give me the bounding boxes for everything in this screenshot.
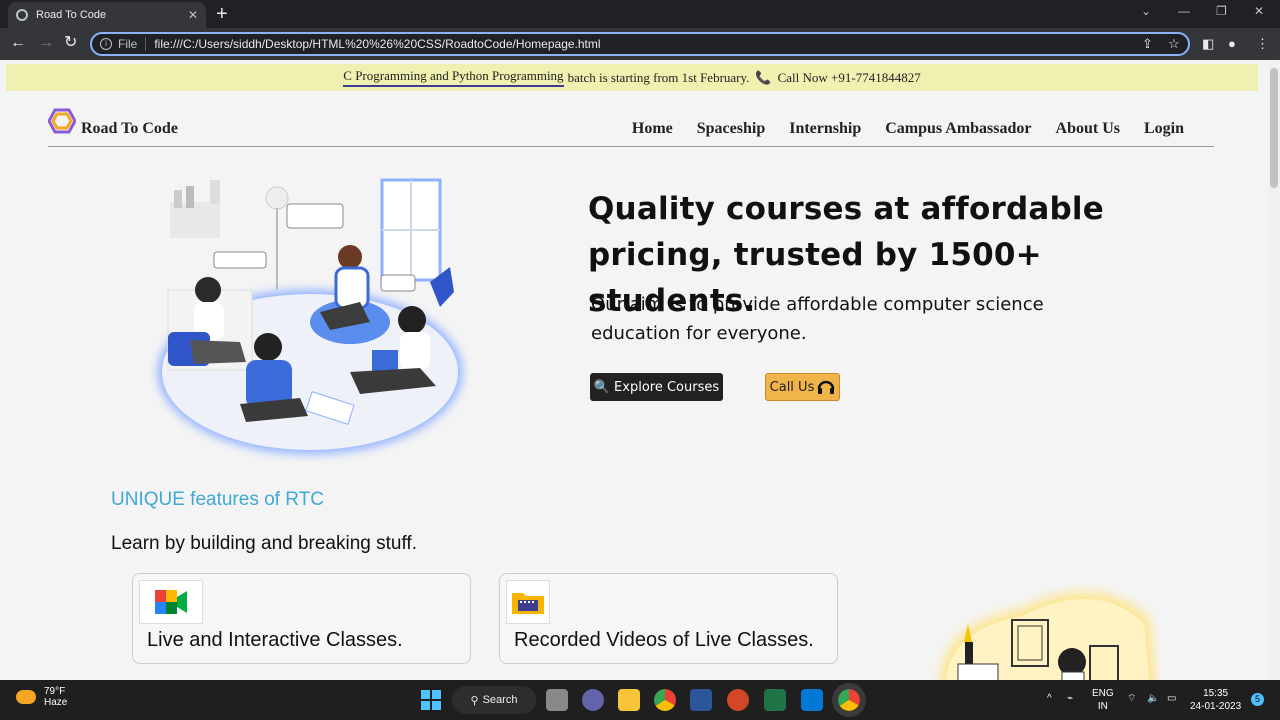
brand-name[interactable]: Road To Code [81,120,178,138]
close-window-icon[interactable]: ✕ [1254,4,1264,18]
powerpoint-icon[interactable] [727,689,749,711]
search-icon: ⚲ [470,694,479,707]
chrome-icon[interactable] [654,689,676,711]
taskbar-search[interactable]: ⚲ Search [452,686,536,714]
call-us-label: Call Us [769,379,815,395]
feature-card-label: Recorded Videos of Live Classes. [514,629,814,651]
temperature: 79°F [44,686,66,697]
nav-login[interactable]: Login [1144,120,1184,138]
logo-icon[interactable] [48,108,76,134]
forward-icon[interactable]: → [38,34,54,52]
headset-icon [818,380,835,394]
browser-tab[interactable]: Road To Code ✕ [8,2,206,28]
excel-icon[interactable] [764,689,786,711]
globe-icon [16,9,28,21]
weather-widget[interactable]: 79°F Haze [16,686,67,708]
web-page: C Programming and Python Programming bat… [0,60,1268,680]
feature-card-recorded-videos[interactable]: Recorded Videos of Live Classes. [499,573,838,664]
task-view-icon[interactable] [546,689,568,711]
features-subheading: Learn by building and breaking stuff. [111,533,417,554]
lang-top: ENG [1092,688,1114,699]
url-text[interactable]: file:///C:/Users/siddh/Desktop/HTML%20%2… [154,37,600,51]
icon-frame [506,580,550,624]
tray-chevron-icon[interactable]: ^ [1047,692,1052,705]
nav-spaceship[interactable]: Spaceship [697,120,765,138]
profile-icon[interactable]: ● [1228,36,1236,51]
call-now-text: Call Now +91-7741844827 [777,69,921,85]
lang-bottom: IN [1097,701,1108,712]
chrome-active-icon[interactable] [832,683,866,717]
battery-icon[interactable]: ▭ [1167,692,1176,705]
icon-frame [139,580,203,624]
reload-icon[interactable]: ↻ [64,34,77,52]
browser-toolbar: ← → ↻ i File file:///C:/Users/siddh/Desk… [0,28,1280,60]
feature-card-live-classes[interactable]: Live and Interactive Classes. [132,573,471,664]
features-heading: UNIQUE features of RTC [111,489,324,510]
haze-weather-icon [16,690,36,704]
back-icon[interactable]: ← [10,34,26,52]
nav-home[interactable]: Home [632,120,673,138]
room-illustration [940,592,1156,680]
word-icon[interactable] [690,689,712,711]
file-explorer-icon[interactable] [618,689,640,711]
page-scrollbar[interactable] [1268,60,1280,680]
phone-icon: 📞 [755,69,772,85]
windows-taskbar: 79°F Haze ⚲ Search ^ ⌁ ENG IN ⌔ 🔈 ▭ 15:3… [0,680,1280,720]
network-off-icon[interactable]: ⌁ [1067,692,1073,705]
call-us-button[interactable]: Call Us [765,373,840,401]
restore-icon[interactable]: ❐ [1216,4,1227,18]
taskbar-search-label: Search [482,694,518,706]
chevron-down-icon[interactable]: ⌄ [1141,4,1151,18]
clock-date: 24-01-2023 [1190,701,1242,712]
volume-icon[interactable]: 🔈 [1147,692,1159,705]
bookmark-star-icon[interactable]: ☆ [1168,36,1180,52]
film-folder-icon [512,593,544,614]
site-header: Road To Code Home Spaceship Internship C… [48,106,1214,147]
clock[interactable]: 15:35 24-01-2023 [1190,687,1241,713]
menu-kebab-icon[interactable]: ⋮ [1256,36,1269,52]
announcement-text: batch is starting from 1st February. [567,69,750,85]
windows-start-icon[interactable] [420,689,442,711]
new-tab-button[interactable]: + [216,3,228,25]
main-nav: Home Spaceship Internship Campus Ambassa… [632,120,1184,138]
divider [145,37,147,51]
vscode-icon[interactable] [801,689,823,711]
chat-icon[interactable] [582,689,604,711]
address-bar[interactable]: i File file:///C:/Users/siddh/Desktop/HT… [90,32,1190,56]
wifi-icon[interactable]: ⌔ [1127,692,1136,705]
minimize-icon[interactable]: — [1178,4,1190,18]
explore-courses-button[interactable]: 🔍 Explore Courses [590,373,723,401]
students-illustration [158,178,462,454]
announcement-highlight[interactable]: C Programming and Python Programming [343,68,564,87]
hero-subtitle: Our aim is to provide affordable compute… [591,294,1044,344]
clock-time: 15:35 [1203,688,1229,699]
tab-title: Road To Code [36,9,107,21]
explore-courses-label: Explore Courses [614,379,720,395]
weather-condition: Haze [44,697,68,708]
nav-about-us[interactable]: About Us [1056,120,1120,138]
url-scheme-label: File [118,37,138,51]
side-panel-icon[interactable]: ◧ [1202,36,1214,52]
language-indicator[interactable]: ENG IN [1092,687,1114,713]
notification-badge[interactable]: 5 [1251,693,1264,706]
nav-campus-ambassador[interactable]: Campus Ambassador [885,120,1031,138]
browser-tab-bar: Road To Code ✕ + ⌄ — ❐ ✕ [0,0,1280,28]
info-icon[interactable]: i [100,38,112,50]
search-icon: 🔍 [593,379,611,395]
feature-card-label: Live and Interactive Classes. [147,629,403,651]
announcement-bar: C Programming and Python Programming bat… [6,64,1258,91]
video-meet-icon [155,590,187,614]
nav-internship[interactable]: Internship [789,120,861,138]
scrollbar-thumb[interactable] [1270,68,1278,188]
tab-close-icon[interactable]: ✕ [188,8,198,22]
share-icon[interactable]: ⇪ [1142,36,1153,52]
